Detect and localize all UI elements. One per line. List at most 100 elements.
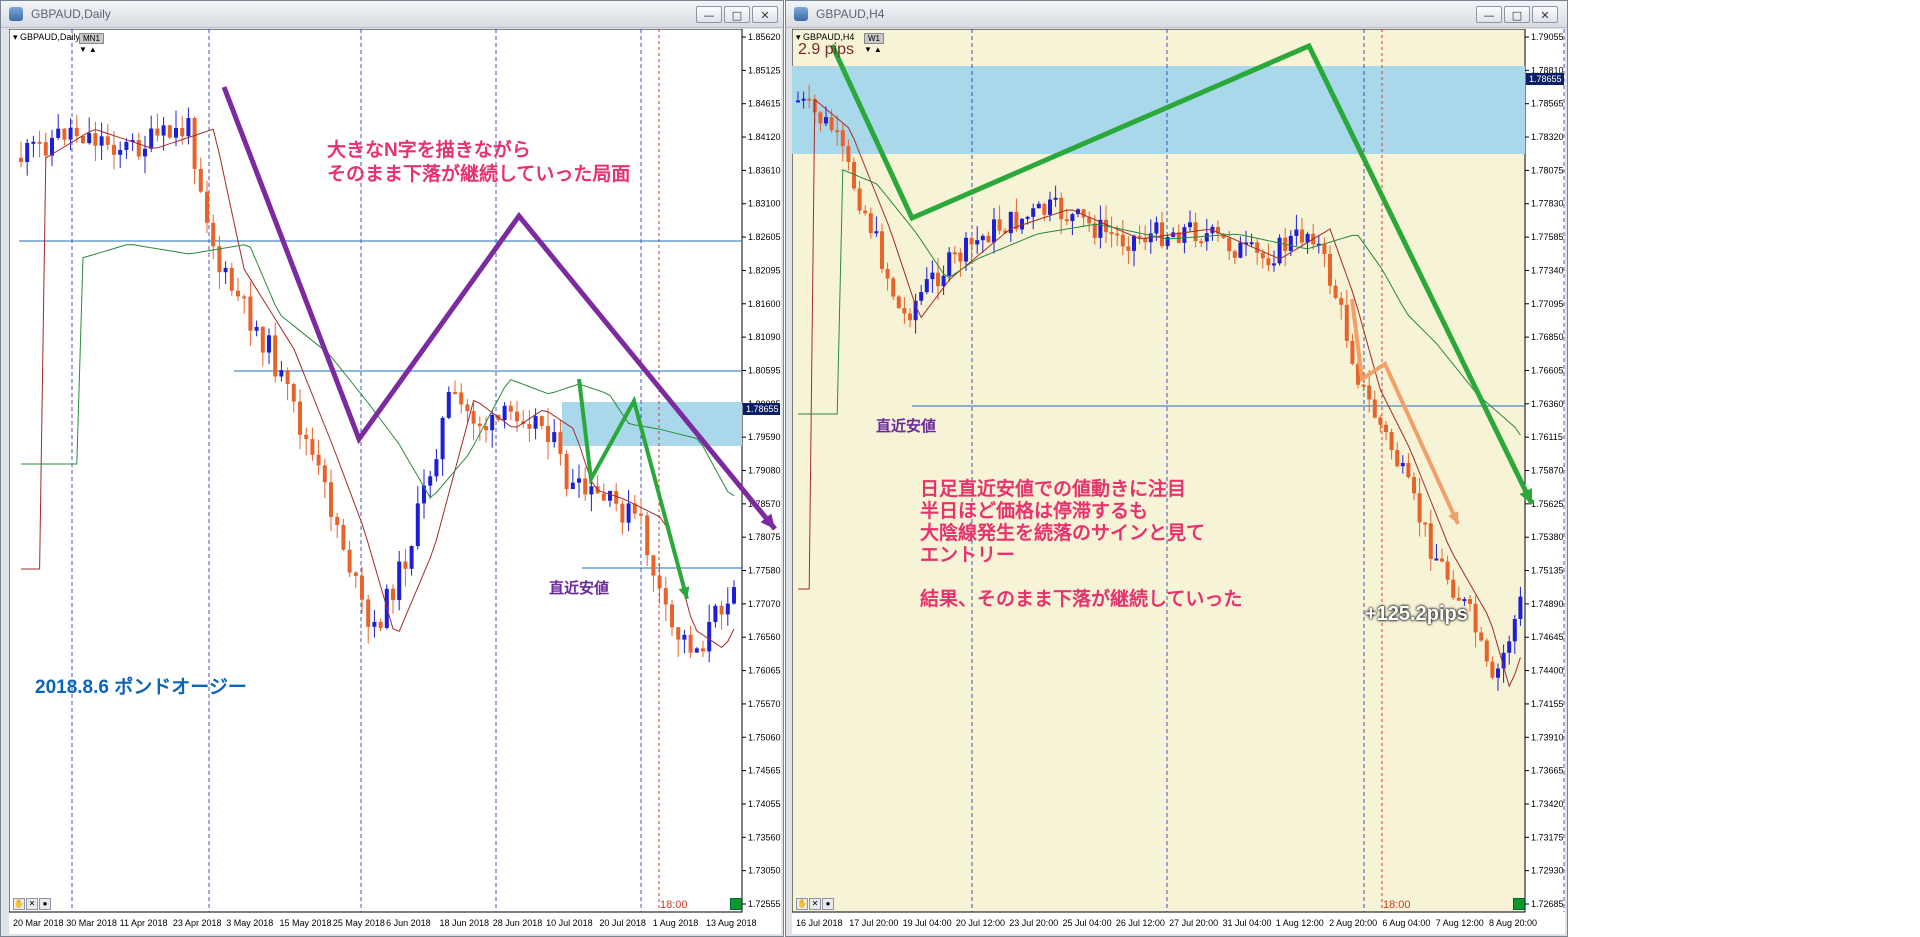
- price-tick-label: 1.72930: [1531, 866, 1564, 876]
- left-price-chart[interactable]: 1.85620 1.85125 1.84615 1.84120 1.83610 1.831…: [9, 29, 781, 934]
- timeframe-badge[interactable]: W1: [864, 33, 884, 44]
- bear-candle: [1372, 399, 1377, 418]
- bull-candle: [1272, 263, 1276, 266]
- bear-candle: [515, 411, 519, 422]
- date-tick-label: 6 Aug 04:00: [1382, 918, 1430, 928]
- bear-candle: [1109, 232, 1114, 235]
- price-tick-label: 1.83100: [748, 199, 781, 209]
- bull-candle: [174, 128, 178, 138]
- bear-candle: [366, 599, 371, 627]
- bear-candle: [1445, 561, 1450, 580]
- left-titlebar[interactable]: GBPAUD,Daily — □ ✕: [1, 1, 783, 28]
- price-tick-label: 1.73910: [1531, 732, 1564, 742]
- bear-candle: [1479, 632, 1484, 641]
- current-price-tag: 1.78655: [1526, 73, 1564, 85]
- bull-candle: [947, 252, 952, 276]
- bear-candle: [1092, 223, 1097, 238]
- bear-candle: [663, 588, 668, 605]
- bear-candle: [997, 219, 1002, 231]
- scroll-arrows-icon[interactable]: ▼▲: [79, 45, 99, 54]
- bear-candle: [1428, 523, 1433, 559]
- bear-candle: [322, 465, 327, 483]
- date-tick-label: 15 May 2018: [280, 918, 332, 928]
- bull-candle: [1031, 208, 1036, 217]
- bull-candle: [68, 127, 73, 140]
- bull-candle: [1507, 641, 1512, 653]
- bear-candle: [539, 416, 544, 427]
- right-window-title: GBPAUD,H4: [816, 7, 885, 21]
- right-titlebar[interactable]: GBPAUD,H4 — □ ✕: [786, 1, 1567, 28]
- bear-candle: [1440, 558, 1444, 562]
- price-tick-label: 1.74055: [748, 799, 781, 809]
- price-tick-label: 1.74890: [1531, 599, 1564, 609]
- symbol-label: ▾ GBPAUD,Daily: [13, 32, 80, 42]
- date-tick-label: 2 Aug 20:00: [1329, 918, 1377, 928]
- bear-candle: [353, 572, 358, 576]
- bull-candle: [725, 603, 730, 615]
- bull-candle: [1048, 199, 1052, 215]
- bull-candle: [980, 235, 985, 241]
- bull-candle: [1070, 214, 1075, 221]
- date-tick-label: 25 Jul 04:00: [1063, 918, 1112, 928]
- close-button[interactable]: ✕: [1532, 6, 1558, 23]
- maximize-button[interactable]: □: [724, 6, 750, 23]
- bear-candle: [1417, 493, 1422, 523]
- minimize-button[interactable]: —: [696, 6, 722, 23]
- date-tick-label: 23 Jul 20:00: [1009, 918, 1058, 928]
- bear-candle: [891, 278, 896, 297]
- price-tick-label: 1.74645: [1531, 632, 1564, 642]
- price-tick-label: 1.78075: [748, 532, 781, 542]
- timeframe-badge[interactable]: MN1: [79, 33, 104, 44]
- bear-candle: [93, 133, 98, 146]
- price-tick-label: 1.78075: [1531, 165, 1564, 175]
- price-tick-label: 1.77070: [748, 599, 781, 609]
- bear-candle: [465, 404, 470, 411]
- hand-tool-icon[interactable]: ✋: [13, 898, 25, 910]
- circle-tool-icon[interactable]: ●: [39, 898, 51, 910]
- bear-candle: [1160, 222, 1164, 247]
- price-tick-label: 1.77580: [748, 566, 781, 576]
- right-price-chart[interactable]: 1.79055 1.78810 1.78565 1.78320 1.78075 1.778…: [792, 29, 1565, 934]
- bear-candle: [670, 604, 674, 628]
- maximize-button[interactable]: □: [1504, 6, 1530, 23]
- price-tick-label: 1.76560: [748, 632, 781, 642]
- bull-candle: [428, 476, 433, 486]
- bull-candle: [223, 267, 228, 273]
- chart-window-icon: [794, 7, 808, 21]
- bear-candle: [1339, 297, 1344, 305]
- date-tick-label: 17 Jul 20:00: [849, 918, 898, 928]
- bull-candle: [1238, 242, 1243, 258]
- bull-candle: [1518, 596, 1523, 619]
- bear-candle: [347, 549, 352, 573]
- date-tick-label: 20 Jul 12:00: [956, 918, 1005, 928]
- bear-candle: [205, 191, 209, 223]
- bull-candle: [143, 148, 147, 157]
- close-tool-icon[interactable]: ✕: [809, 898, 821, 910]
- date-tick-label: 30 Mar 2018: [66, 918, 117, 928]
- hand-tool-icon[interactable]: ✋: [796, 898, 808, 910]
- bull-candle: [824, 117, 828, 124]
- bull-candle: [589, 486, 594, 495]
- bull-candle: [1434, 558, 1439, 561]
- date-tick-label: 20 Jul 2018: [599, 918, 646, 928]
- minimize-button[interactable]: —: [1476, 6, 1502, 23]
- current-price-label: 1.78655: [1529, 74, 1562, 84]
- bear-candle: [43, 142, 48, 156]
- bull-candle: [694, 648, 699, 653]
- scroll-arrows-icon[interactable]: ▼▲: [864, 45, 884, 54]
- bear-candle: [969, 237, 974, 245]
- close-button[interactable]: ✕: [752, 6, 778, 23]
- bull-candle: [682, 634, 687, 640]
- price-tick-label: 1.77095: [1531, 299, 1564, 309]
- circle-tool-icon[interactable]: ●: [822, 898, 834, 910]
- bull-candle: [446, 392, 451, 418]
- bear-candle: [1064, 219, 1069, 222]
- bear-candle: [688, 634, 693, 653]
- session-time-label: 18:00: [1383, 899, 1411, 911]
- date-tick-label: 8 Aug 20:00: [1489, 918, 1537, 928]
- bull-candle: [1154, 222, 1159, 234]
- bear-candle: [508, 405, 513, 412]
- bull-candle: [1204, 233, 1209, 242]
- close-tool-icon[interactable]: ✕: [26, 898, 38, 910]
- bear-candle: [902, 308, 907, 314]
